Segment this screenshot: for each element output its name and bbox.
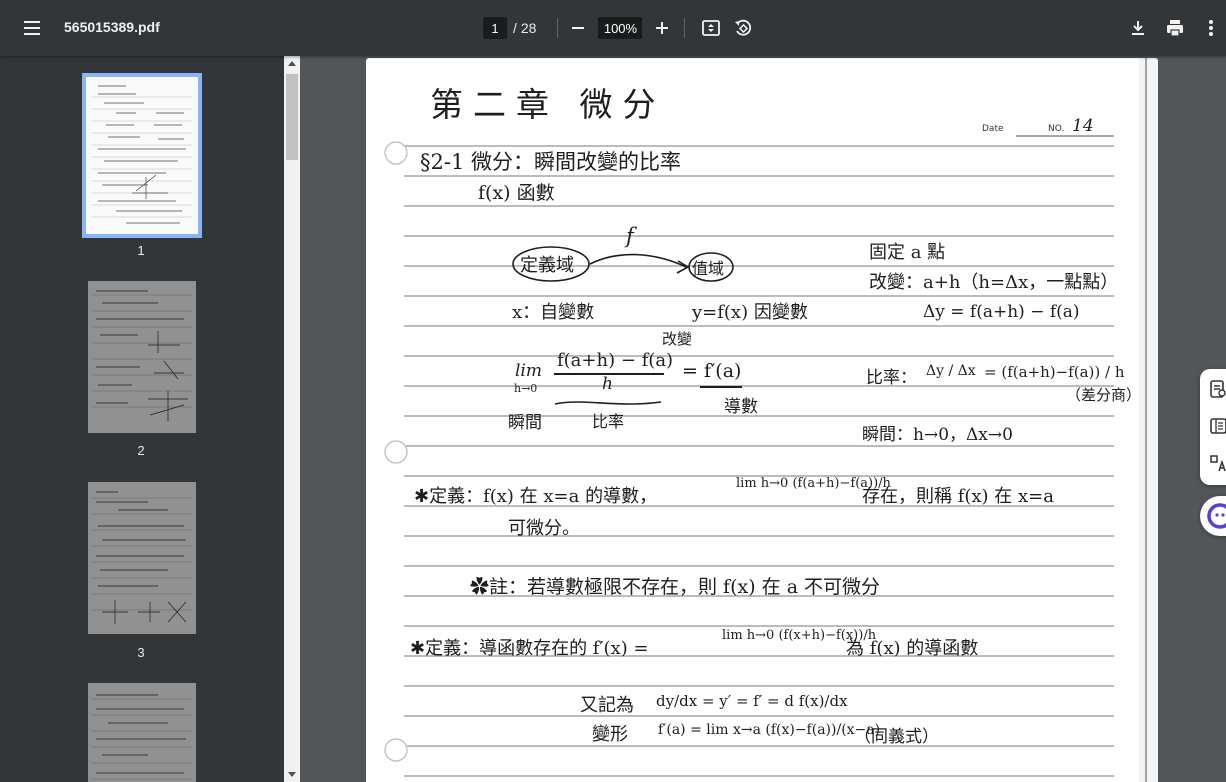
chapter-title: 第二章 微分 (430, 85, 666, 124)
variant-formula: f′(a) = lim x→a (f(x)−f(a))/(x−a) (658, 722, 881, 738)
page-number-handwritten: 14 (1072, 116, 1094, 136)
difference-quotient-label: 比率： (866, 368, 917, 388)
difference-quotient-name: （差分商） (1066, 386, 1142, 404)
more-vert-icon[interactable] (1197, 14, 1225, 42)
fit-page-icon[interactable] (697, 14, 725, 42)
download-icon[interactable] (1124, 14, 1152, 42)
difference-quotient-fraction: = (f(a+h)−f(a)) / h (984, 363, 1125, 381)
independent-variable-label: x：自變數 (512, 302, 595, 323)
scroll-down-icon[interactable] (288, 772, 296, 777)
derivative-function-prefix: ✱定義：導函數存在的 f′(x) = (410, 638, 649, 659)
reader-mode-icon[interactable] (1208, 416, 1226, 436)
page-thumbnail[interactable] (88, 683, 196, 782)
limit-lim: lim (515, 361, 542, 381)
plus-icon[interactable] (648, 14, 676, 42)
definition-derivative-suffix: 存在，則稱 f(x) 在 x=a (862, 486, 1054, 507)
page-separator: / (513, 20, 517, 36)
leibniz-notation: dy/dx = y′ = f′ = d f(x)/dx (656, 692, 848, 710)
diagram-range: 值域 (692, 259, 725, 278)
floating-tool-panel (1200, 369, 1226, 485)
limit-subscript: h→0 (514, 382, 538, 395)
hamburger-menu-icon[interactable] (18, 14, 46, 42)
date-label: Date (982, 124, 1004, 134)
sidebar-scrollbar[interactable] (284, 56, 300, 782)
diagram-domain: 定義域 (520, 255, 574, 276)
variant-prefix: 變形 (592, 724, 628, 745)
pdf-page: 第二章 微分 Date NO. 14 §2-1 微分：瞬間改變的比率 f(x) … (366, 58, 1158, 782)
assistant-fab[interactable] (1200, 496, 1226, 536)
document-summary-icon[interactable] (1208, 379, 1226, 399)
page-zoom-controls: / 28 (483, 17, 757, 39)
page-thumbnail[interactable] (88, 281, 196, 433)
current-page-input[interactable] (483, 17, 507, 39)
result-underline (700, 386, 742, 388)
diagram-arrow-label: f (626, 224, 634, 248)
instant-label: 瞬間 (508, 413, 542, 433)
pdf-viewer: 第二章 微分 Date NO. 14 §2-1 微分：瞬間改變的比率 f(x) … (300, 56, 1226, 782)
definition-differentiable: 可微分。 (508, 518, 580, 539)
delta-y-formula: Δy = f(a+h) − f(a) (923, 302, 1080, 322)
thumbnail-page-number: 1 (137, 243, 145, 258)
non-differentiable-note: ✿註：若導數極限不存在，則 f(x) 在 a 不可微分 (470, 576, 881, 598)
instant-condition: 瞬間：h→0，Δx→0 (862, 425, 1013, 445)
dependent-variable-label: y=f(x) 因變數 (692, 302, 808, 323)
assistant-icon (1207, 503, 1226, 529)
fx-function-label: f(x) 函數 (478, 182, 555, 204)
thumbnail-page-number: 2 (137, 443, 145, 458)
minus-icon[interactable] (564, 14, 592, 42)
fixed-point-note: 固定 a 點 (869, 242, 946, 263)
rotate-icon[interactable] (729, 14, 757, 42)
limit-numerator: f(a+h) − f(a) (557, 350, 674, 371)
change-annotation: 改變 (662, 330, 693, 348)
no-label: NO. (1048, 124, 1065, 134)
page-thumbnail[interactable] (82, 73, 202, 238)
definition-derivative-prefix: ✱定義：f(x) 在 x=a 的導數， (414, 486, 658, 507)
thumbnail-sidebar: 1 2 3 (0, 56, 300, 782)
change-note: 改變：a+h（h=Δx，一點點） (869, 272, 1119, 293)
scrollbar-thumb[interactable] (286, 74, 298, 160)
thumbnail-list: 1 2 3 (0, 56, 284, 782)
limit-denominator: h (602, 374, 613, 394)
ratio-label: 比率 (592, 412, 625, 431)
derivative-function-suffix: 為 f(x) 的導函數 (846, 638, 979, 659)
notation-prefix: 又記為 (580, 695, 634, 716)
thumbnail-page-number: 3 (137, 645, 145, 660)
toolbar-divider (557, 18, 559, 38)
total-pages: 28 (520, 20, 537, 36)
scroll-up-icon[interactable] (288, 61, 296, 66)
difference-quotient-dydx: Δy / Δx (926, 363, 976, 379)
document-title: 565015389.pdf (64, 19, 160, 35)
zoom-input[interactable] (598, 17, 643, 39)
print-icon[interactable] (1161, 14, 1189, 42)
derivative-result: = f′(a) (682, 360, 742, 382)
translate-icon[interactable] (1208, 453, 1226, 473)
pdf-toolbar: 565015389.pdf / 28 (0, 0, 1226, 56)
page-thumbnail[interactable] (88, 482, 196, 634)
toolbar-divider (684, 18, 686, 38)
derivative-label: 導數 (724, 397, 758, 417)
section-heading: §2-1 微分：瞬間改變的比率 (420, 150, 681, 174)
equivalent-form-note: （同義式） (854, 727, 939, 747)
